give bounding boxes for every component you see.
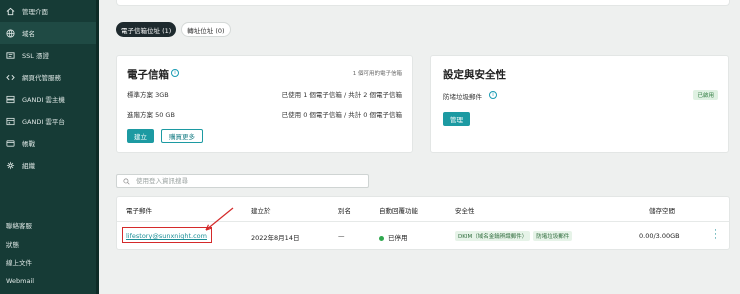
sidebar: 管理介面 域名 SSL 憑證 網頁代管服務 GANDI 雲主機 GANDI 雲平… (0, 0, 96, 294)
security-tag-dkim: DKIM（域名金鑰辨識郵件） (455, 231, 531, 241)
security-tag-antispam: 防堵垃圾郵件 (533, 231, 573, 241)
column-header-security[interactable]: 安全性 (455, 205, 475, 215)
tab-bar: 電子信箱位址 (1) 轉址位址 (0) (116, 22, 231, 37)
column-header-alias[interactable]: 別名 (338, 205, 351, 215)
info-icon[interactable]: i (171, 69, 179, 77)
sidebar-item-cloud-platform[interactable]: GANDI 雲平台 (0, 110, 96, 132)
column-header-autoreply[interactable]: 自動回覆功能 (379, 205, 418, 215)
sidebar-item-dashboard[interactable]: 管理介面 (0, 0, 96, 22)
tab-forwarding-addresses[interactable]: 轉址位址 (0) (181, 22, 231, 37)
plan-usage: 已使用 0 個電子信箱 / 共計 0 個電子信箱 (281, 111, 402, 119)
plan-name: 標準方案 3GB (127, 91, 169, 99)
sidebar-item-hosting[interactable]: 網頁代管服務 (0, 66, 96, 88)
column-header-created[interactable]: 建立於 (251, 205, 271, 215)
sidebar-item-label: 網頁代管服務 (22, 74, 61, 82)
plan-row-standard: 標準方案 3GB 已使用 1 個電子信箱 / 共計 2 個電子信箱 (127, 89, 402, 99)
mailbox-card: 電子信箱 i 1 個可用的電子信箱 標準方案 3GB 已使用 1 個電子信箱 /… (116, 55, 413, 153)
code-icon (6, 73, 15, 82)
manage-button[interactable]: 管理 (443, 112, 470, 126)
info-icon[interactable]: i (489, 91, 497, 99)
sidebar-item-label: GANDI 雲平台 (22, 118, 65, 126)
storage-value: 0.00/3.00GB (639, 232, 680, 240)
billing-icon (6, 139, 15, 148)
sidebar-item-label: 管理介面 (22, 8, 48, 16)
annotation-arrow (205, 207, 234, 231)
support-link[interactable]: 聯絡客服 (0, 216, 96, 235)
sidebar-item-label: 帳戰 (22, 140, 35, 148)
sidebar-item-organizations[interactable]: 組織 (0, 154, 96, 176)
sidebar-item-label: SSL 憑證 (22, 52, 49, 60)
plan-row-premium: 進階方案 50 GB 已使用 0 個電子信箱 / 共計 0 個電子信箱 (127, 109, 402, 119)
mailbox-card-title: 電子信箱 (127, 69, 169, 81)
spam-filter-label: 防堵垃圾郵件 (443, 93, 482, 101)
available-mailboxes-note: 1 個可用的電子信箱 (352, 71, 402, 77)
cloud-platform-icon (6, 117, 15, 126)
status-link[interactable]: 狀態 (0, 235, 96, 254)
security-card-title: 設定與安全性 (443, 69, 506, 81)
sidebar-item-label: 組織 (22, 162, 35, 170)
alias-value: — (338, 232, 345, 240)
ssl-icon (6, 51, 15, 60)
top-card (116, 0, 730, 6)
globe-icon (6, 28, 15, 38)
plan-usage: 已使用 1 個電子信箱 / 共計 2 個電子信箱 (281, 91, 402, 99)
autoreply-status: 已停用 (379, 232, 408, 242)
sidebar-item-label: GANDI 雲主機 (22, 96, 65, 104)
buy-more-button[interactable]: 購買更多 (161, 129, 203, 143)
security-card: 設定與安全性 防堵垃圾郵件 i 已啟用 管理 (430, 55, 729, 153)
spam-status-badge: 已啟用 (693, 90, 718, 100)
sidebar-edge (96, 0, 99, 294)
status-dot-icon (379, 235, 384, 241)
created-date: 2022年8月14日 (251, 234, 300, 242)
search-input[interactable] (136, 177, 356, 185)
security-tags: DKIM（域名金鑰辨識郵件） 防堵垃圾郵件 (455, 231, 575, 241)
sidebar-item-cloud-server[interactable]: GANDI 雲主機 (0, 88, 96, 110)
organization-icon (6, 161, 15, 170)
plan-name: 進階方案 50 GB (127, 111, 175, 119)
sidebar-item-ssl[interactable]: SSL 憑證 (0, 44, 96, 66)
column-header-email[interactable]: 電子郵件 (126, 205, 152, 215)
highlight-box (122, 227, 212, 243)
webmail-link[interactable]: Webmail (0, 272, 96, 291)
create-mailbox-button[interactable]: 建立 (127, 129, 154, 143)
server-icon (6, 95, 15, 104)
tab-email-addresses[interactable]: 電子信箱位址 (1) (116, 22, 177, 37)
sidebar-item-billing[interactable]: 帳戰 (0, 132, 96, 154)
search-box (116, 174, 369, 188)
search-icon (123, 177, 130, 185)
home-icon (6, 7, 15, 16)
sidebar-item-domains[interactable]: 域名 (0, 22, 96, 44)
autoreply-status-label: 已停用 (388, 234, 408, 242)
docs-link[interactable]: 線上文件 (0, 253, 96, 272)
sidebar-item-label: 域名 (22, 30, 35, 38)
more-options-icon[interactable]: · · · (714, 227, 717, 244)
column-header-storage[interactable]: 儲存空間 (649, 205, 675, 215)
